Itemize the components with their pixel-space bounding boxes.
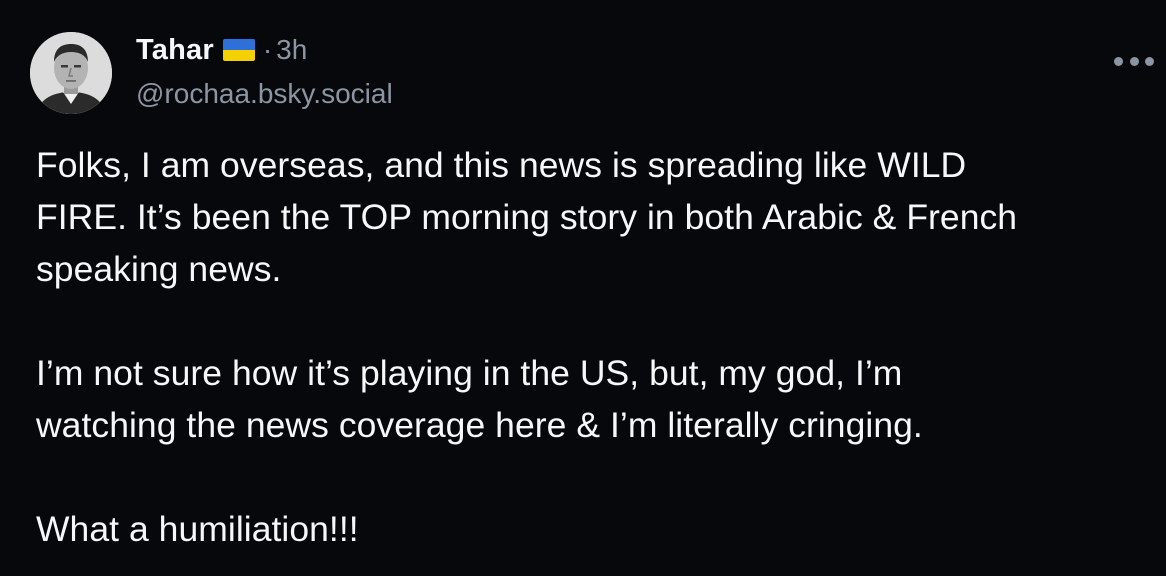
post-header: Tahar · 3h	[136, 31, 307, 69]
author-display-name[interactable]: Tahar	[136, 34, 214, 67]
ukraine-flag-icon	[222, 39, 255, 61]
avatar-image	[30, 32, 112, 114]
post-card: Tahar · 3h @rochaa.bsky.social Folks, I …	[0, 0, 1166, 576]
more-options-button[interactable]	[1114, 48, 1154, 74]
post-paragraph: What a humiliation!!!	[36, 509, 359, 549]
author-handle[interactable]: @rochaa.bsky.social	[136, 78, 393, 110]
more-horizontal-icon-dot	[1145, 56, 1154, 66]
more-horizontal-icon	[1114, 56, 1123, 66]
post-body: Folks, I am overseas, and this news is s…	[36, 139, 1146, 555]
separator-dot: ·	[262, 34, 273, 65]
post-paragraph: Folks, I am overseas, and this news is s…	[36, 145, 1018, 289]
post-timestamp[interactable]: 3h	[276, 34, 307, 66]
avatar[interactable]	[30, 32, 112, 114]
post-paragraph: I’m not sure how it’s playing in the US,…	[36, 353, 923, 445]
more-horizontal-icon-dot	[1129, 56, 1139, 66]
